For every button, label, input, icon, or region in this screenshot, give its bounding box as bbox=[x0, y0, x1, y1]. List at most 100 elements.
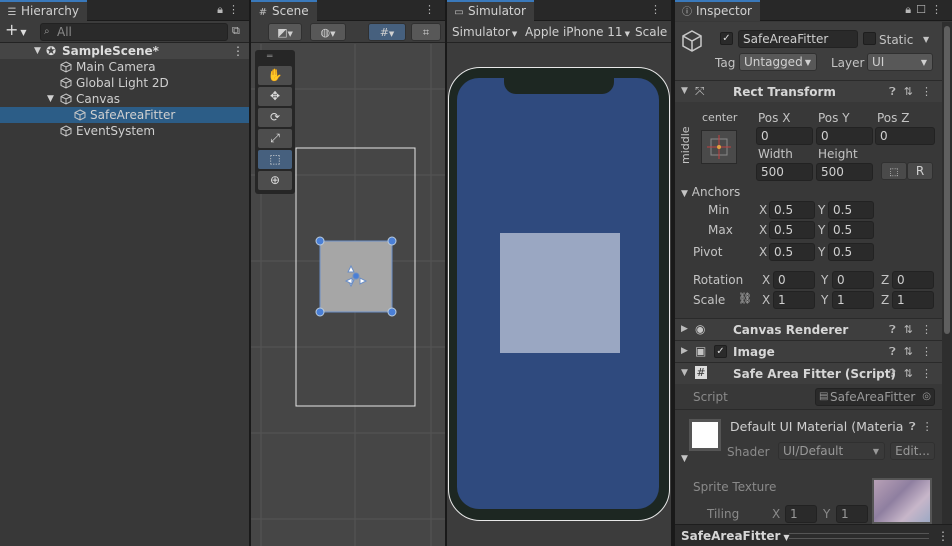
lock-icon[interactable]: 🔒︎ bbox=[217, 3, 228, 16]
fold-arrow-icon[interactable]: ▶ bbox=[681, 324, 688, 334]
device-screen[interactable] bbox=[457, 78, 659, 509]
component-header-icons[interactable]: ❓︎⇅⋮ bbox=[889, 345, 940, 359]
tab-inspector[interactable]: ⓘ Inspector bbox=[675, 0, 760, 21]
tiling-y-field[interactable]: 1 bbox=[836, 505, 868, 523]
hierarchy-item[interactable]: SafeAreaFitter bbox=[0, 107, 249, 123]
tab-hierarchy[interactable]: ☰ Hierarchy bbox=[0, 0, 88, 21]
search-input[interactable]: ⌕ All bbox=[40, 23, 228, 41]
raw-edit-button[interactable]: R bbox=[907, 162, 933, 180]
fold-arrow-icon[interactable]: ▼ bbox=[681, 86, 688, 96]
material-icons[interactable]: ❓︎⋮ bbox=[909, 420, 939, 434]
scale-label[interactable]: Scale bbox=[635, 25, 667, 39]
kebab-menu-icon[interactable]: ⋮ bbox=[228, 3, 244, 16]
inspector-scrollbar[interactable] bbox=[942, 22, 952, 524]
move-tool-button[interactable]: ✥ bbox=[258, 87, 292, 106]
fold-arrow-icon[interactable]: ▼ bbox=[681, 368, 688, 378]
resize-handle[interactable] bbox=[789, 533, 929, 539]
scene-tab-buttons: ⋮ bbox=[424, 3, 440, 16]
device-dropdown[interactable]: Apple iPhone 11 ▼ bbox=[525, 25, 630, 41]
height-field[interactable]: 500 bbox=[816, 163, 873, 181]
footer-object-dropdown[interactable]: SafeAreaFitter ▼ bbox=[681, 529, 790, 545]
scale-z-field[interactable]: 1 bbox=[892, 291, 934, 309]
width-field[interactable]: 500 bbox=[756, 163, 813, 181]
rotation-z-field[interactable]: 0 bbox=[892, 271, 934, 289]
fold-arrow-icon[interactable]: ▼ bbox=[681, 452, 688, 466]
rect-handle-bottom-right[interactable] bbox=[387, 307, 397, 317]
pivot-x-field[interactable]: 0.5 bbox=[769, 243, 815, 261]
rect-transform-header[interactable]: ▼ ⤧ Rect Transform ❓︎⇅⋮ bbox=[675, 80, 942, 102]
transform-tool-button[interactable]: ⊕ bbox=[258, 171, 292, 190]
min-y-field[interactable]: 0.5 bbox=[828, 201, 874, 219]
anchors-foldout[interactable]: ▼ Anchors bbox=[681, 185, 740, 201]
tab-scene[interactable]: # Scene bbox=[251, 0, 317, 21]
fold-arrow-icon[interactable]: ▼ bbox=[34, 43, 41, 59]
component-header-icons[interactable]: ❓︎⇅⋮ bbox=[889, 323, 940, 337]
hierarchy-item[interactable]: ▼ Canvas bbox=[0, 91, 249, 107]
tiling-x-field[interactable]: 1 bbox=[785, 505, 817, 523]
kebab-menu-icon[interactable]: ⋮ bbox=[650, 3, 666, 16]
tab-simulator[interactable]: ▭ Simulator bbox=[447, 0, 534, 21]
target-icon[interactable]: ◎ bbox=[922, 389, 931, 405]
max-y-field[interactable]: 0.5 bbox=[828, 221, 874, 239]
active-checkbox[interactable]: ✓ bbox=[720, 32, 733, 45]
pos-y-field[interactable]: 0 bbox=[816, 127, 873, 145]
constrain-proportions-icon[interactable]: ⛓ bbox=[738, 292, 752, 306]
fold-arrow-icon[interactable]: ▶ bbox=[681, 346, 688, 356]
hierarchy-item[interactable]: Main Camera bbox=[0, 59, 249, 75]
pos-x-field[interactable]: 0 bbox=[756, 127, 813, 145]
shader-dropdown[interactable]: UI/Default ▼ bbox=[778, 442, 885, 460]
hand-tool-button[interactable]: ✋ bbox=[258, 66, 292, 85]
anchor-v-label: middle bbox=[679, 126, 692, 164]
scale-x-field[interactable]: 1 bbox=[773, 291, 815, 309]
image-header[interactable]: ▶ ▣ ✓ Image ❓︎⇅⋮ bbox=[675, 340, 942, 362]
canvas-renderer-header[interactable]: ▶ ◉ Canvas Renderer ❓︎⇅⋮ bbox=[675, 318, 942, 340]
sprite-texture-preview[interactable] bbox=[872, 478, 932, 524]
rotate-tool-button[interactable]: ⟳ bbox=[258, 108, 292, 127]
static-checkbox[interactable] bbox=[863, 32, 876, 45]
edit-shader-button[interactable]: Edit... bbox=[890, 442, 935, 460]
kebab-menu-icon[interactable]: ⋮ bbox=[424, 3, 440, 16]
search-options-icon[interactable]: ⧉ bbox=[232, 24, 240, 38]
hierarchy-scene-row[interactable]: ▼ ✪ SampleScene* ⋮ bbox=[0, 43, 249, 59]
lock-icon[interactable]: 🔒︎ bbox=[905, 3, 916, 16]
dotted-rect-icon: ⬚ bbox=[889, 167, 899, 178]
drag-handle-icon[interactable]: ═ bbox=[267, 52, 272, 62]
safe-area-fitter-header[interactable]: ▼ # Safe Area Fitter (Script) ❓︎⇅⋮ bbox=[675, 362, 942, 384]
max-x-field[interactable]: 0.5 bbox=[769, 221, 815, 239]
increment-snap-button[interactable]: ⌗ bbox=[411, 23, 441, 41]
layer-dropdown[interactable]: UI ▼ bbox=[867, 53, 933, 71]
component-header-icons[interactable]: ❓︎⇅⋮ bbox=[889, 85, 940, 99]
hierarchy-item[interactable]: EventSystem bbox=[0, 123, 249, 139]
rotation-y-field[interactable]: 0 bbox=[832, 271, 874, 289]
pos-z-field[interactable]: 0 bbox=[875, 127, 935, 145]
kebab-menu-icon[interactable]: ⋮ bbox=[937, 529, 949, 543]
scale-y-field[interactable]: 1 bbox=[832, 291, 874, 309]
pivot-y-field[interactable]: 0.5 bbox=[828, 243, 874, 261]
rect-handle-bottom-left[interactable] bbox=[315, 307, 325, 317]
blueprint-mode-button[interactable]: ⬚ bbox=[881, 162, 907, 180]
fold-arrow-icon[interactable]: ▼ bbox=[47, 91, 54, 107]
min-x-field[interactable]: 0.5 bbox=[769, 201, 815, 219]
rect-handle-top-left[interactable] bbox=[315, 236, 325, 246]
anchor-preset-button[interactable] bbox=[701, 130, 737, 164]
grid-snap-button[interactable]: #▼ bbox=[368, 23, 406, 41]
static-dropdown-icon[interactable]: ▼ bbox=[923, 33, 929, 47]
rotation-x-field[interactable]: 0 bbox=[773, 271, 815, 289]
kebab-menu-icon: ⋮ bbox=[921, 85, 940, 98]
scene-gizmo-dropdown[interactable]: ◍▼ bbox=[310, 23, 346, 41]
hierarchy-item[interactable]: Global Light 2D bbox=[0, 75, 249, 91]
tag-dropdown[interactable]: Untagged ▼ bbox=[739, 53, 817, 71]
rect-handle-top-right[interactable] bbox=[387, 236, 397, 246]
add-button[interactable]: + ▼ bbox=[5, 22, 27, 40]
kebab-menu-icon[interactable]: ⋮ bbox=[931, 3, 947, 16]
scrollbar-thumb[interactable] bbox=[944, 26, 950, 334]
maximize-icon[interactable]: ☐ bbox=[916, 3, 931, 16]
simulator-mode-dropdown[interactable]: Simulator ▼ bbox=[452, 25, 517, 41]
component-header-icons[interactable]: ❓︎⇅⋮ bbox=[889, 367, 940, 381]
image-enabled-checkbox[interactable]: ✓ bbox=[714, 345, 727, 358]
scale-tool-button[interactable]: ⤢ bbox=[258, 129, 292, 148]
rect-tool-button[interactable]: ⬚ bbox=[258, 150, 292, 169]
draw-mode-dropdown[interactable]: ◩▼ bbox=[268, 23, 302, 41]
kebab-menu-icon[interactable]: ⋮ bbox=[232, 43, 244, 59]
object-name-field[interactable]: SafeAreaFitter bbox=[738, 30, 858, 48]
